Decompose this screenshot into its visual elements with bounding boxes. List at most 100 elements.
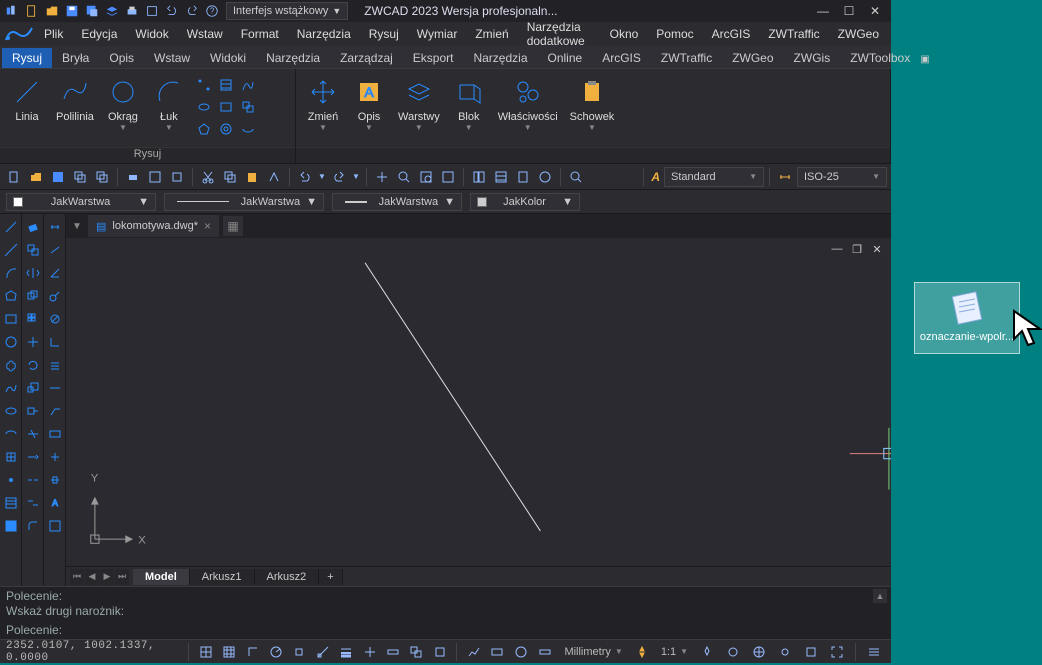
- dim-diameter-icon[interactable]: [44, 308, 66, 330]
- search-icon[interactable]: [566, 167, 586, 187]
- publish-icon[interactable]: [167, 167, 187, 187]
- centermark-icon[interactable]: [44, 446, 66, 468]
- layers-icon[interactable]: [104, 3, 120, 19]
- point-icon[interactable]: [0, 469, 22, 491]
- dynui-icon[interactable]: [383, 642, 402, 662]
- lwt-icon[interactable]: [336, 642, 355, 662]
- arc-icon[interactable]: [0, 262, 22, 284]
- polar-icon[interactable]: [266, 642, 285, 662]
- menu-format[interactable]: Format: [233, 23, 287, 45]
- doc-tab-menu-icon[interactable]: ▼: [70, 216, 84, 236]
- rect-icon[interactable]: [216, 97, 236, 117]
- layout-add-icon[interactable]: +: [319, 569, 342, 585]
- ribbon-collapse-icon[interactable]: ▣: [920, 50, 929, 68]
- saveas-icon[interactable]: [84, 3, 100, 19]
- hatch-icon[interactable]: [0, 492, 22, 514]
- isolate-icon[interactable]: [774, 642, 796, 662]
- dimstyle-icon[interactable]: [44, 515, 66, 537]
- xline-icon[interactable]: [0, 239, 22, 261]
- tab-online[interactable]: Online: [538, 48, 593, 68]
- model-icon[interactable]: [430, 642, 449, 662]
- layout-tab-arkusz1[interactable]: Arkusz1: [190, 569, 255, 585]
- polygon-icon[interactable]: [194, 119, 214, 139]
- tab-arcgis[interactable]: ArcGIS: [592, 48, 651, 68]
- spline-icon[interactable]: [238, 75, 258, 95]
- snap-icon[interactable]: [196, 642, 215, 662]
- undo-dropdown-icon[interactable]: ▼: [317, 167, 327, 187]
- btn-zmien[interactable]: Zmień▼: [302, 73, 344, 133]
- dimtedit-icon[interactable]: A: [44, 492, 66, 514]
- textstyle-dropdown[interactable]: Standard▼: [664, 167, 764, 187]
- dyn-icon[interactable]: [360, 642, 379, 662]
- join-icon[interactable]: [22, 492, 44, 514]
- revcloud-icon[interactable]: [0, 354, 22, 376]
- region-icon[interactable]: [238, 97, 258, 117]
- home-icon[interactable]: [4, 3, 20, 19]
- tab-eksport[interactable]: Eksport: [403, 48, 464, 68]
- fillet-icon[interactable]: [22, 515, 44, 537]
- boundary-icon[interactable]: [238, 119, 258, 139]
- menu-narzedzia-dodatkowe[interactable]: Narzędzia dodatkowe: [519, 23, 600, 45]
- workspace-icon[interactable]: [748, 642, 770, 662]
- btn-luk[interactable]: Łuk▼: [148, 73, 190, 133]
- new-tab-icon[interactable]: ▦: [223, 216, 243, 236]
- scale-icon[interactable]: [22, 377, 44, 399]
- menu-zwtraffic[interactable]: ZWTraffic: [760, 23, 827, 45]
- rect-icon[interactable]: [0, 308, 22, 330]
- menu-rysuj[interactable]: Rysuj: [361, 23, 407, 45]
- desktop-file-icon[interactable]: oznaczanie-wpolr...: [914, 282, 1020, 354]
- mirror-icon[interactable]: [22, 262, 44, 284]
- redo-icon[interactable]: [329, 167, 349, 187]
- preview-icon[interactable]: [145, 167, 165, 187]
- menu-wstaw[interactable]: Wstaw: [179, 23, 231, 45]
- ellipse-icon[interactable]: [194, 97, 214, 117]
- circle-icon[interactable]: [0, 331, 22, 353]
- save-icon[interactable]: [64, 3, 80, 19]
- tab-zwtoolbox[interactable]: ZWToolbox: [840, 48, 920, 68]
- menu-okno[interactable]: Okno: [602, 23, 647, 45]
- annoscale-icon[interactable]: [631, 642, 653, 662]
- ortho-icon[interactable]: [243, 642, 262, 662]
- tab-rysuj[interactable]: Rysuj: [2, 48, 52, 68]
- nav-next-icon[interactable]: ▶: [100, 569, 114, 585]
- document-tab[interactable]: ▤ lokomotywa.dwg* ×: [88, 215, 219, 237]
- osnap-icon[interactable]: [290, 642, 309, 662]
- match-icon[interactable]: [264, 167, 284, 187]
- cmd-history-up-icon[interactable]: ▲: [873, 589, 887, 603]
- help-icon[interactable]: [535, 167, 555, 187]
- menu-narzedzia[interactable]: Narzędzia: [289, 23, 359, 45]
- cycle-icon[interactable]: [407, 642, 426, 662]
- erase-icon[interactable]: [22, 216, 44, 238]
- pan-icon[interactable]: [372, 167, 392, 187]
- leader-icon[interactable]: [44, 400, 66, 422]
- maximize-button[interactable]: ☐: [837, 2, 861, 20]
- fullscreen-icon[interactable]: [826, 642, 848, 662]
- tab-wstaw[interactable]: Wstaw: [144, 48, 200, 68]
- linetype-dropdown[interactable]: JakWarstwa▼: [164, 193, 324, 211]
- redo-dropdown-icon[interactable]: ▼: [351, 167, 361, 187]
- line-icon[interactable]: [0, 216, 22, 238]
- move-icon[interactable]: [22, 331, 44, 353]
- customize-icon[interactable]: [863, 642, 885, 662]
- redo-icon[interactable]: [184, 3, 200, 19]
- open-icon[interactable]: [44, 3, 60, 19]
- extend-icon[interactable]: [22, 446, 44, 468]
- menu-edycja[interactable]: Edycja: [73, 23, 125, 45]
- menu-zmien[interactable]: Zmień: [467, 23, 516, 45]
- save-icon[interactable]: [48, 167, 68, 187]
- annoauto-icon[interactable]: [722, 642, 744, 662]
- print-icon[interactable]: [124, 3, 140, 19]
- tab-bryla[interactable]: Bryła: [52, 48, 99, 68]
- dim-baseline-icon[interactable]: [44, 354, 66, 376]
- menu-pomoc[interactable]: Pomoc: [648, 23, 701, 45]
- calc-icon[interactable]: [513, 167, 533, 187]
- undo-icon[interactable]: [295, 167, 315, 187]
- offset-icon[interactable]: [22, 285, 44, 307]
- minimize-button[interactable]: —: [811, 2, 835, 20]
- otrack-icon[interactable]: [313, 642, 332, 662]
- open-icon[interactable]: [26, 167, 46, 187]
- tab-zwtraffic[interactable]: ZWTraffic: [651, 48, 722, 68]
- dim-radius-icon[interactable]: [44, 285, 66, 307]
- menu-wymiar[interactable]: Wymiar: [409, 23, 466, 45]
- app-logo-icon[interactable]: [4, 22, 34, 46]
